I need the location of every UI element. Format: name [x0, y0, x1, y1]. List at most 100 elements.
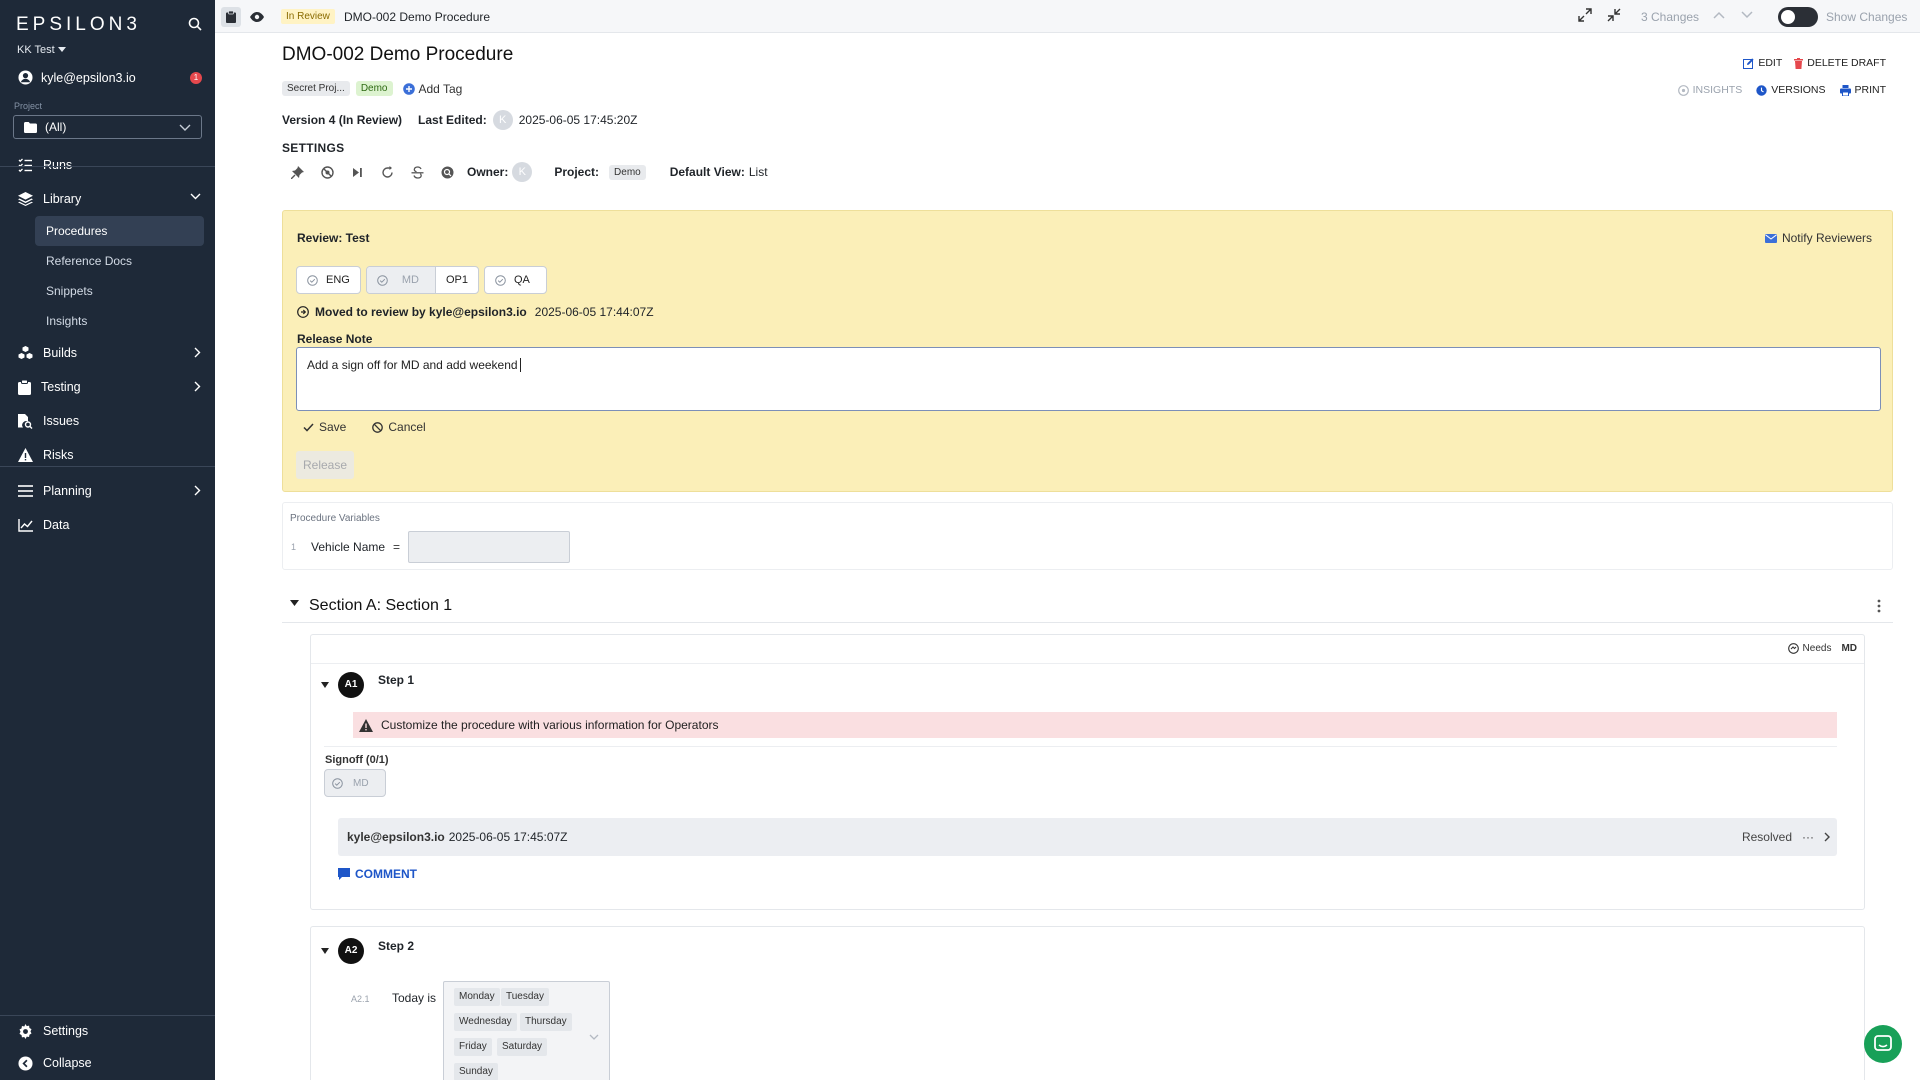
menu-lines-icon	[18, 485, 33, 497]
chevron-right-icon	[194, 485, 201, 496]
release-button[interactable]: Release	[296, 451, 354, 479]
preview-button[interactable]	[247, 7, 267, 27]
cancel-button[interactable]: Cancel	[372, 420, 426, 434]
expand-icon[interactable]	[1578, 8, 1592, 22]
search-settings-icon[interactable]	[437, 166, 457, 179]
day-option[interactable]: Saturday	[497, 1038, 548, 1056]
print-button[interactable]: PRINT	[1839, 84, 1886, 96]
day-option[interactable]: Wednesday	[454, 1013, 517, 1031]
reviewer-chip-eng[interactable]: ENG	[297, 267, 360, 293]
notification-badge[interactable]: 1	[190, 71, 202, 84]
arrow-circle-icon	[297, 306, 309, 318]
insights-button[interactable]: INSIGHTS	[1677, 84, 1742, 96]
clipboard-view-button[interactable]	[221, 7, 241, 27]
hide-tag-icon[interactable]	[317, 165, 337, 179]
status-badge: In Review	[281, 9, 335, 24]
save-button[interactable]: Save	[303, 420, 346, 434]
compress-icon[interactable]	[1607, 8, 1621, 22]
sidebar-collapse-button[interactable]: Collapse	[0, 1046, 215, 1080]
owner-label: Owner:	[467, 165, 509, 179]
warning-text: Customize the procedure with various inf…	[381, 718, 719, 732]
tag-demo[interactable]: Demo	[355, 81, 393, 96]
owner-avatar[interactable]: K	[512, 162, 533, 182]
warning-callout: Customize the procedure with various inf…	[353, 712, 1837, 738]
day-option[interactable]: Monday	[454, 988, 500, 1006]
pin-off-icon[interactable]	[287, 165, 307, 179]
caret-down-icon[interactable]	[321, 948, 329, 954]
reviewer-chip-qa[interactable]: QA	[485, 267, 546, 293]
add-tag-button[interactable]: Add Tag	[402, 82, 462, 96]
app-logo[interactable]: EPSILON3	[16, 14, 141, 36]
chevron-down-icon[interactable]	[589, 1034, 599, 1040]
more-horizontal-icon[interactable]: ···	[1802, 830, 1814, 844]
next-change-icon[interactable]	[1741, 11, 1753, 19]
chevron-left-circle-icon	[18, 1055, 33, 1071]
sidebar-item-testing[interactable]: Testing	[0, 370, 215, 404]
search-icon[interactable]	[188, 17, 202, 31]
file-search-icon	[18, 413, 33, 429]
caret-down-icon[interactable]	[321, 682, 329, 688]
sidebar-item-settings[interactable]: Settings	[0, 1014, 215, 1048]
workspace-name: KK Test	[17, 44, 55, 56]
settings-row: Owner: K Project: Demo Default View: Lis…	[287, 162, 768, 182]
release-note-input[interactable]: Add a sign off for MD and add weekend	[296, 347, 1881, 411]
pencil-square-icon	[1743, 57, 1754, 69]
caret-down-icon[interactable]	[290, 600, 299, 606]
check-circle-icon	[332, 777, 343, 789]
project-tag[interactable]: Demo	[609, 164, 646, 180]
user-circle-icon	[18, 70, 33, 85]
show-changes-toggle[interactable]	[1778, 7, 1818, 27]
sidebar-item-data[interactable]: Data	[0, 508, 215, 542]
project-select[interactable]: (All)	[13, 115, 202, 139]
notify-reviewers-button[interactable]: Notify Reviewers	[1764, 231, 1872, 245]
reviewer-chip-md[interactable]: MD	[366, 267, 435, 293]
versions-button[interactable]: VERSIONS	[1756, 84, 1826, 96]
versions-label: VERSIONS	[1771, 84, 1826, 96]
day-option[interactable]: Tuesday	[501, 988, 549, 1006]
more-vertical-icon[interactable]	[1877, 599, 1881, 613]
sidebar-item-procedures[interactable]: Procedures	[35, 216, 204, 246]
sidebar-item-reference-docs[interactable]: Reference Docs	[0, 246, 215, 276]
sidebar-item-library[interactable]: Library	[0, 182, 215, 216]
sidebar-item-label: Data	[43, 518, 70, 532]
step-divider	[311, 663, 1864, 664]
day-option[interactable]: Friday	[454, 1038, 492, 1056]
day-option[interactable]: Sunday	[454, 1063, 498, 1080]
reviewer-chip-op1[interactable]: OP1	[434, 267, 478, 293]
skip-forward-icon[interactable]	[347, 167, 367, 178]
chevron-right-icon[interactable]	[1824, 832, 1831, 842]
tag-secret-project[interactable]: Secret Proj...	[282, 81, 350, 96]
sidebar-item-issues[interactable]: Issues	[0, 404, 215, 438]
sidebar-item-insights[interactable]: Insights	[0, 306, 215, 336]
avatar: K	[492, 110, 513, 130]
vehicle-name-input[interactable]	[408, 531, 571, 563]
review-panel: Review: Test Notify Reviewers ENG MD OP1…	[282, 210, 1893, 492]
workspace-switcher[interactable]: KK Test	[17, 44, 66, 56]
sidebar-item-runs[interactable]: Runs	[0, 148, 215, 182]
sidebar-item-snippets[interactable]: Snippets	[0, 276, 215, 306]
repeat-icon[interactable]	[377, 165, 397, 179]
sidebar-item-builds[interactable]: Builds	[0, 336, 215, 370]
default-view-value[interactable]: List	[749, 165, 768, 179]
previous-change-icon[interactable]	[1713, 11, 1725, 19]
envelope-icon	[1764, 233, 1777, 243]
signoff-md-button[interactable]: MD	[324, 769, 386, 797]
user-email: kyle@epsilon3.io	[41, 70, 136, 85]
edit-button[interactable]: EDIT	[1743, 57, 1782, 69]
chat-launcher-button[interactable]	[1864, 1025, 1902, 1063]
reviewer-group-qa: QA	[483, 266, 547, 294]
comment-thread[interactable]: kyle@epsilon3.io 2025-06-05 17:45:07Z Re…	[338, 818, 1837, 856]
step-title: Step 1	[378, 673, 415, 687]
warning-triangle-icon	[18, 448, 33, 462]
day-multiselect[interactable]: Monday Tuesday Wednesday Thursday Friday…	[443, 981, 610, 1080]
signoff-role: MD	[353, 777, 369, 789]
signature-icon	[1787, 643, 1799, 654]
strikethrough-icon[interactable]	[407, 165, 427, 179]
comment-time: 2025-06-05 17:45:07Z	[448, 830, 568, 844]
sidebar-item-planning[interactable]: Planning	[0, 474, 215, 508]
day-option[interactable]: Thursday	[520, 1013, 572, 1031]
project-label: Project:	[554, 165, 600, 179]
delete-draft-button[interactable]: DELETE DRAFT	[1794, 57, 1886, 69]
user-menu[interactable]: kyle@epsilon3.io 1	[18, 70, 202, 85]
comment-button[interactable]: COMMENT	[338, 867, 417, 881]
